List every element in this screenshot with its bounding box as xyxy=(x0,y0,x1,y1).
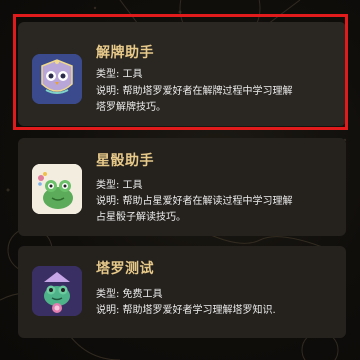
frog-wizard-icon xyxy=(32,164,82,214)
tool-list-screen: 解牌助手 类型: 工具 说明: 帮助塔罗爱好者在解牌过程中学习理解 塔罗解牌技巧… xyxy=(0,0,360,360)
tool-description: 说明: 帮助占星爱好者在解读过程中学习理解 xyxy=(96,196,293,207)
tool-card-tarot-reading[interactable]: 解牌助手 类型: 工具 说明: 帮助塔罗爱好者在解牌过程中学习理解 塔罗解牌技巧… xyxy=(18,22,346,126)
tool-description-continued: 占星骰子解读技巧。 xyxy=(96,212,186,223)
tool-title: 解牌助手 xyxy=(96,45,154,61)
tool-card-tarot-test[interactable]: 塔罗测试 类型: 免费工具 说明: 帮助塔罗爱好者学习理解塔罗知识. xyxy=(18,246,346,338)
tool-title: 星骰助手 xyxy=(96,153,154,169)
tool-description: 说明: 帮助塔罗爱好者在解牌过程中学习理解 xyxy=(96,86,293,97)
tarot-owl-icon xyxy=(32,54,82,104)
tool-type: 类型: 工具 xyxy=(96,180,143,191)
tool-card-astro-dice[interactable]: 星骰助手 类型: 工具 说明: 帮助占星爱好者在解读过程中学习理解 占星骰子解读… xyxy=(18,138,346,236)
tool-type: 类型: 免费工具 xyxy=(96,289,163,300)
tool-description-continued: 塔罗解牌技巧。 xyxy=(96,102,166,113)
tool-description: 说明: 帮助塔罗爱好者学习理解塔罗知识. xyxy=(96,305,276,316)
frog-crystal-icon xyxy=(32,266,82,316)
tool-title: 塔罗测试 xyxy=(96,261,154,277)
tool-type: 类型: 工具 xyxy=(96,69,143,80)
